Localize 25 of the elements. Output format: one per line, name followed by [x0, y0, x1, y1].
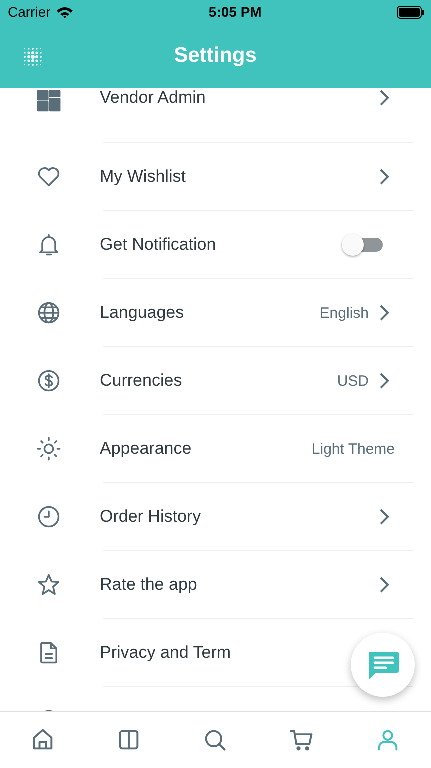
grid-icon — [36, 88, 62, 114]
globe-icon — [36, 300, 62, 326]
dollar-icon — [36, 368, 62, 394]
setting-value: English — [320, 304, 369, 322]
wifi-icon — [56, 6, 74, 18]
setting-label[interactable]: Currencies — [100, 371, 182, 391]
logo-icon — [22, 46, 44, 68]
star-icon — [36, 572, 62, 598]
setting-label[interactable]: Languages — [100, 303, 184, 323]
setting-label[interactable]: Get Notification — [100, 235, 216, 255]
setting-value: Light Theme — [312, 440, 395, 458]
sun-icon — [36, 436, 62, 462]
setting-label[interactable]: Privacy and Term — [100, 643, 232, 663]
carrier-label: Carrier — [8, 4, 51, 20]
setting-label[interactable]: Vendor Admin — [100, 88, 206, 108]
screen-title: Settings — [174, 44, 257, 68]
status-time: 5:05 PM — [208, 4, 262, 20]
toggle-switch[interactable] — [341, 233, 383, 257]
clock-icon — [36, 504, 62, 530]
battery-icon — [396, 6, 425, 18]
setting-label[interactable]: My Wishlist — [100, 167, 186, 187]
setting-label[interactable]: Order History — [100, 507, 202, 527]
setting-label[interactable]: Appearance — [100, 439, 192, 459]
setting-label[interactable]: Rate the app — [100, 575, 198, 595]
setting-value: USD — [337, 372, 369, 390]
